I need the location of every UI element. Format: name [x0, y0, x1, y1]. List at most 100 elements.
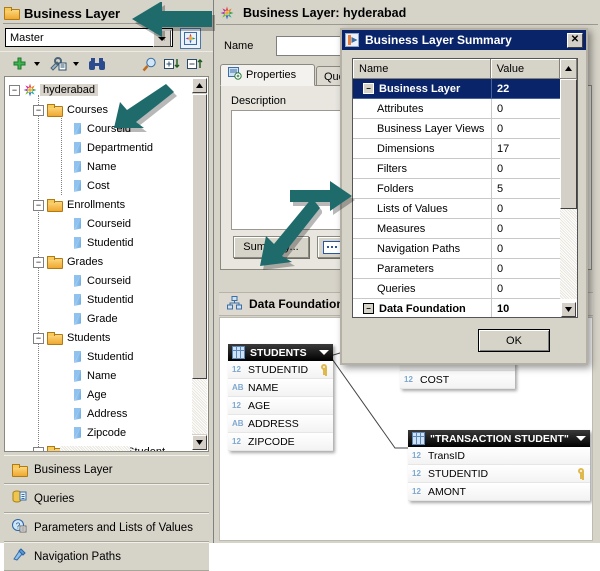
- collapse-toggle-icon[interactable]: −: [33, 256, 44, 268]
- column-header-value[interactable]: Value: [490, 59, 561, 79]
- table-row[interactable]: − Business Layer 22: [353, 79, 562, 99]
- table-row[interactable]: Dimensions 17: [353, 139, 562, 159]
- tree-folder-label: Students: [67, 332, 111, 344]
- tree-node-root[interactable]: − hyderabad: [9, 80, 98, 100]
- table-row[interactable]: Queries 0: [353, 279, 562, 299]
- tree-item[interactable]: Age: [73, 385, 107, 405]
- entity-header[interactable]: "TRANSACTION STUDENT": [408, 430, 590, 447]
- table-row[interactable]: Parameters 0: [353, 259, 562, 279]
- scroll-up-arrow[interactable]: [192, 78, 207, 93]
- sidebar-item-parameters[interactable]: ? Parameters and Lists of Values: [4, 513, 209, 542]
- tree-item[interactable]: Courseid: [73, 271, 131, 291]
- tree-folder-grades[interactable]: − Grades: [33, 252, 103, 272]
- row-name: Data Foundation: [379, 302, 466, 315]
- collapse-toggle-icon[interactable]: −: [33, 104, 44, 116]
- sidebar-item-navigation-paths[interactable]: Navigation Paths: [4, 542, 209, 571]
- dialog-title-bar[interactable]: Business Layer Summary ✕: [342, 30, 586, 50]
- collapse-toggle-icon[interactable]: −: [33, 199, 44, 211]
- collapse-toggle-icon[interactable]: −: [9, 84, 20, 96]
- tree-folder-enrollments[interactable]: − Enrollments: [33, 195, 125, 215]
- tree-folder-courses[interactable]: − Courses: [33, 100, 108, 120]
- tree-item[interactable]: Zipcode: [73, 423, 126, 443]
- table-row[interactable]: Attributes 0: [353, 99, 562, 119]
- table-row[interactable]: Filters 0: [353, 159, 562, 179]
- entity-column[interactable]: 12 AMONT: [408, 483, 590, 501]
- scrollbar-thumb[interactable]: [560, 79, 577, 209]
- binoculars-icon[interactable]: [87, 55, 107, 73]
- tree-item[interactable]: Grade: [73, 309, 118, 329]
- tree-item[interactable]: Studentid: [73, 347, 133, 367]
- tree-item[interactable]: Address: [73, 404, 127, 424]
- table-row[interactable]: Folders 5: [353, 179, 562, 199]
- chevron-down-icon[interactable]: [576, 436, 586, 441]
- collapse-all-icon[interactable]: [186, 55, 204, 73]
- table-row[interactable]: Business Layer Views 0: [353, 119, 562, 139]
- close-icon[interactable]: ✕: [567, 32, 583, 48]
- master-select[interactable]: Master: [5, 28, 173, 47]
- tree-item[interactable]: Courseid: [73, 214, 131, 234]
- scrollbar-thumb[interactable]: [192, 94, 207, 379]
- sidebar-item-queries[interactable]: Queries: [4, 484, 209, 513]
- scroll-down-arrow[interactable]: [192, 435, 207, 450]
- collapse-toggle-icon[interactable]: −: [363, 83, 374, 94]
- key-icon: [318, 364, 329, 375]
- ok-button[interactable]: OK: [478, 329, 550, 352]
- column-name: STUDENTID: [428, 467, 489, 480]
- table-row[interactable]: Measures 0: [353, 219, 562, 239]
- tree-item-label: Departmentid: [87, 142, 154, 154]
- tree-item[interactable]: Courseid: [73, 119, 131, 139]
- entity-column[interactable]: 12 STUDENTID: [408, 465, 590, 483]
- chevron-down-icon[interactable]: [71, 55, 81, 73]
- panel-title: Business Layer: [24, 5, 121, 21]
- entity-column[interactable]: AB NAME: [228, 379, 333, 397]
- sidebar-item-business-layer[interactable]: Business Layer: [4, 455, 209, 484]
- tree-item[interactable]: Studentid: [73, 290, 133, 310]
- table-row[interactable]: Lists of Values 0: [353, 199, 562, 219]
- entity-column[interactable]: 12 TransID: [408, 447, 590, 465]
- wrench-icon[interactable]: [48, 55, 68, 73]
- plus-icon[interactable]: [10, 55, 28, 73]
- entity-header[interactable]: STUDENTS: [228, 344, 333, 361]
- chevron-down-icon[interactable]: [153, 30, 171, 47]
- summary-button[interactable]: Summary...: [233, 236, 309, 258]
- tree-item[interactable]: Name: [73, 366, 116, 386]
- datatype-label: 12: [412, 487, 421, 496]
- tree-horizontal-scrollbar[interactable]: [60, 446, 130, 451]
- tree-item[interactable]: Studentid: [73, 233, 133, 253]
- entity-column[interactable]: 12 AGE: [228, 397, 333, 415]
- magnifier-icon[interactable]: [141, 55, 159, 73]
- column-header-name[interactable]: Name: [353, 59, 491, 79]
- table-icon: [412, 432, 425, 445]
- chevron-down-icon[interactable]: [32, 55, 42, 73]
- business-layer-views-icon[interactable]: [180, 28, 201, 49]
- tree-item-label: Courseid: [87, 123, 132, 135]
- table-row[interactable]: − Data Foundation 10: [353, 299, 562, 317]
- dialog-vertical-scrollbar[interactable]: [560, 59, 577, 317]
- collapse-toggle-icon[interactable]: −: [33, 332, 44, 344]
- column-name: COST: [420, 373, 450, 386]
- business-layer-tree[interactable]: − hyderabad − Courses Courseid Departmen…: [4, 76, 209, 452]
- table-row[interactable]: Navigation Paths 0: [353, 239, 562, 259]
- collapse-toggle-icon[interactable]: −: [33, 446, 44, 451]
- tree-item[interactable]: Departmentid: [73, 138, 153, 158]
- column-name: NAME: [248, 381, 279, 394]
- entity-column[interactable]: 12 ZIPCODE: [228, 433, 333, 451]
- tree-item-label: Studentid: [87, 294, 134, 306]
- scrollbar-track[interactable]: [560, 209, 577, 299]
- scrollbar-track[interactable]: [192, 379, 207, 434]
- entity-column[interactable]: 12 STUDENTID: [228, 361, 333, 379]
- tree-item[interactable]: Cost: [73, 176, 110, 196]
- entity-column[interactable]: 12 COST: [400, 371, 515, 389]
- expand-all-icon[interactable]: [163, 55, 181, 73]
- tree-vertical-scrollbar[interactable]: [192, 78, 207, 450]
- tree-item[interactable]: Name: [73, 157, 116, 177]
- chevron-down-icon[interactable]: [319, 350, 329, 355]
- entity-column[interactable]: AB ADDRESS: [228, 415, 333, 433]
- collapse-toggle-icon[interactable]: −: [363, 303, 374, 314]
- tree-folder-students[interactable]: − Students: [33, 328, 110, 348]
- summary-grid[interactable]: Name Value − Business Layer 22 Attributes…: [352, 58, 578, 318]
- entity-transaction-student[interactable]: "TRANSACTION STUDENT" 12 TransID 12 STUDEN…: [408, 430, 590, 501]
- tab-properties[interactable]: Properties: [220, 64, 315, 86]
- entity-students[interactable]: STUDENTS 12 STUDENTID AB NAME 12 AGE AB ADDR…: [228, 344, 333, 451]
- scroll-down-arrow[interactable]: [561, 302, 576, 317]
